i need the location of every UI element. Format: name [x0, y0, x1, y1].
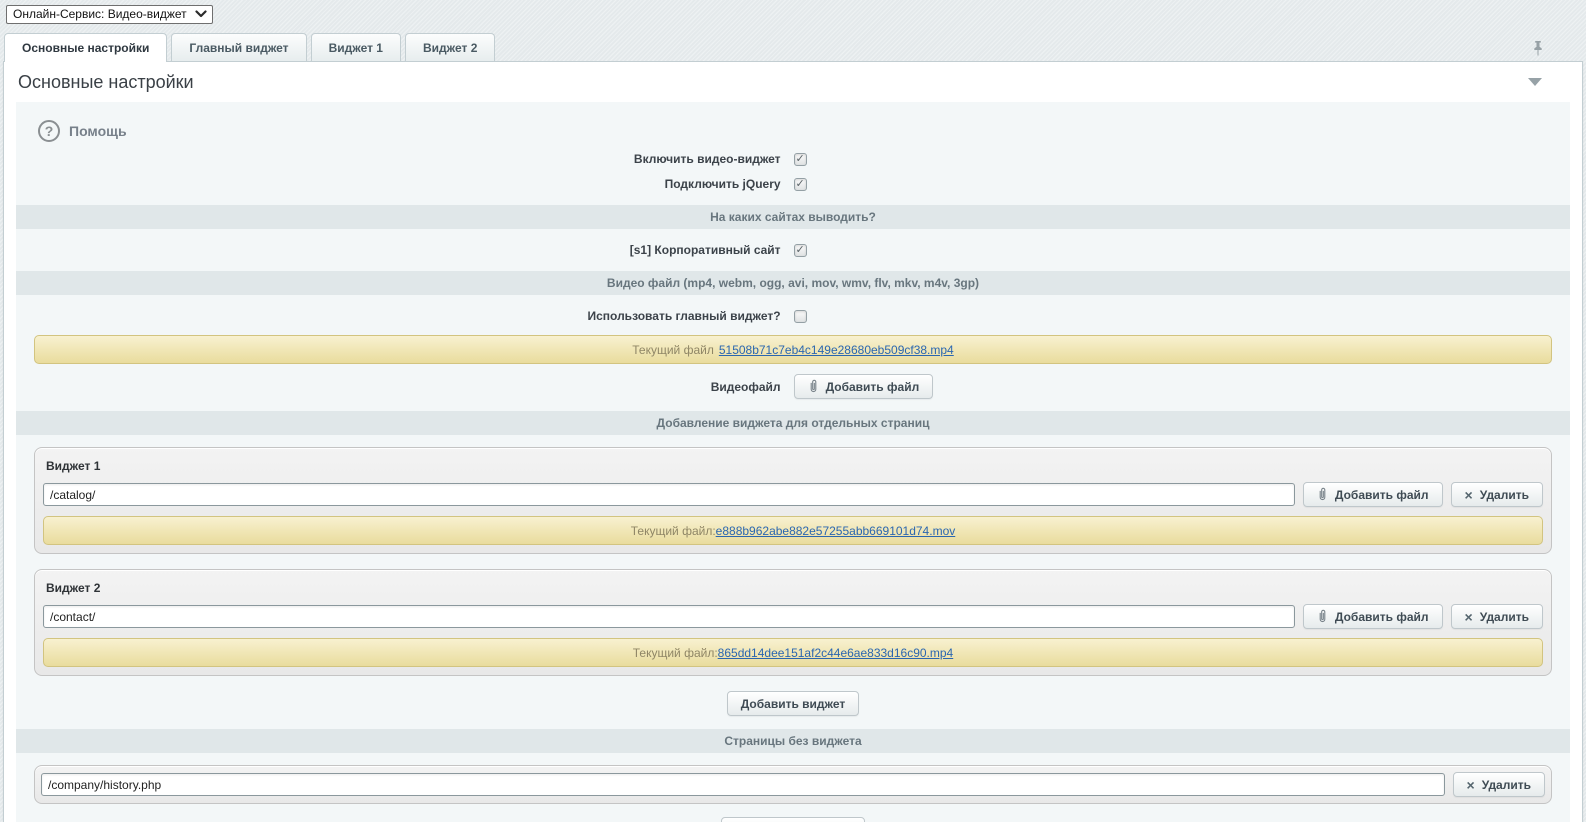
- tab-label: Виджет 2: [423, 41, 477, 55]
- widget-1-row: Добавить файл × Удалить: [43, 482, 1543, 507]
- widget-2-title: Виджет 2: [46, 581, 1543, 595]
- widget-2-row: Добавить файл × Удалить: [43, 604, 1543, 629]
- paperclip-icon: [1317, 609, 1328, 624]
- add-file-button-label: Добавить файл: [1335, 488, 1429, 502]
- tab-main-settings[interactable]: Основные настройки: [4, 33, 167, 62]
- paperclip-icon: [1317, 487, 1328, 502]
- include-jquery-checkbox[interactable]: [794, 178, 807, 191]
- paperclip-icon: [808, 379, 819, 394]
- help-label: Помощь: [69, 123, 127, 139]
- widget-2-add-file-button[interactable]: Добавить файл: [1303, 604, 1443, 629]
- page-path-input[interactable]: [41, 773, 1445, 796]
- page-title: Основные настройки: [18, 72, 194, 92]
- add-page-row: Добавить страницу: [16, 817, 1570, 822]
- page-delete-button[interactable]: × Удалить: [1453, 772, 1545, 797]
- add-widget-button[interactable]: Добавить виджет: [727, 691, 860, 716]
- add-widget-button-label: Добавить виджет: [741, 697, 846, 711]
- current-file-label: Текущий файл: [632, 343, 714, 357]
- widget-2-delete-button[interactable]: × Удалить: [1451, 604, 1543, 629]
- add-file-button-label: Добавить файл: [1335, 610, 1429, 624]
- tabs: Основные настройки Главный виджет Виджет…: [0, 33, 1586, 61]
- section-sites-header: На каких сайтах выводить?: [16, 205, 1570, 229]
- x-icon: ×: [1465, 610, 1473, 624]
- site-s1-label: [s1] Корпоративный сайт: [16, 243, 781, 257]
- widget-1-file-link[interactable]: e888b962abe882e57255abb669101d74.mov: [716, 524, 956, 538]
- widget-box-1: Виджет 1 Добавить файл × Удалить Текущий…: [34, 447, 1552, 554]
- widget-1-current-file-note: Текущий файл: e888b962abe882e57255abb669…: [43, 516, 1543, 545]
- widget-1-path-input[interactable]: [43, 483, 1295, 506]
- chevron-down-icon: [195, 10, 207, 18]
- x-icon: ×: [1465, 488, 1473, 502]
- site-s1-row: [s1] Корпоративный сайт: [16, 241, 1570, 259]
- current-file-link[interactable]: 51508b71c7eb4c149e28680eb509cf38.mp4: [719, 343, 954, 357]
- panel-header: Основные настройки: [4, 62, 1582, 102]
- widget-1-add-file-button[interactable]: Добавить файл: [1303, 482, 1443, 507]
- add-page-button[interactable]: Добавить страницу: [721, 817, 866, 822]
- enable-widget-label: Включить видео-виджет: [16, 152, 781, 166]
- site-s1-checkbox[interactable]: [794, 244, 807, 257]
- section-video-file-header: Видео файл (mp4, webm, ogg, avi, mov, wm…: [16, 271, 1570, 295]
- use-main-widget-label: Использовать главный виджет?: [16, 309, 781, 323]
- tab-widget-1[interactable]: Виджет 1: [311, 33, 401, 61]
- use-main-widget-row: Использовать главный виджет?: [16, 307, 1570, 325]
- video-file-label: Видеофайл: [16, 380, 781, 394]
- section-widgets-header: Добавление виджета для отдельных страниц: [16, 411, 1570, 435]
- collapse-arrow-icon[interactable]: [1528, 78, 1542, 86]
- tab-main-widget[interactable]: Главный виджет: [171, 33, 306, 61]
- section-pages-header: Страницы без виджета: [16, 729, 1570, 753]
- widget-1-title: Виджет 1: [46, 459, 1543, 473]
- delete-button-label: Удалить: [1482, 778, 1531, 792]
- widget-box-2: Виджет 2 Добавить файл × Удалить Текущий…: [34, 569, 1552, 676]
- service-select[interactable]: Онлайн-Сервис: Видео-виджет: [6, 5, 213, 24]
- delete-button-label: Удалить: [1480, 488, 1529, 502]
- widget-2-current-file-note: Текущий файл: 865dd14dee151af2c44e6ae833…: [43, 638, 1543, 667]
- current-file-note: Текущий файл 51508b71c7eb4c149e28680eb50…: [34, 335, 1552, 364]
- widget-2-file-link[interactable]: 865dd14dee151af2c44e6ae833d16c90.mp4: [718, 646, 954, 660]
- tab-label: Основные настройки: [22, 41, 149, 55]
- add-widget-row: Добавить виджет: [16, 691, 1570, 716]
- settings-panel: Основные настройки ? Помощь Включить вид…: [3, 61, 1583, 822]
- settings-form: ? Помощь Включить видео-виджет Подключит…: [16, 102, 1570, 822]
- video-file-row: Видеофайл Добавить файл: [16, 374, 1570, 399]
- use-main-widget-checkbox[interactable]: [794, 310, 807, 323]
- enable-widget-row: Включить видео-виджет: [16, 150, 1570, 168]
- current-file-label: Текущий файл:: [631, 524, 716, 538]
- widget-1-delete-button[interactable]: × Удалить: [1451, 482, 1543, 507]
- tab-label: Главный виджет: [189, 41, 288, 55]
- help-link[interactable]: ? Помощь: [38, 120, 127, 142]
- tab-label: Виджет 1: [329, 41, 383, 55]
- widget-2-path-input[interactable]: [43, 605, 1295, 628]
- delete-button-label: Удалить: [1480, 610, 1529, 624]
- current-file-label: Текущий файл:: [633, 646, 718, 660]
- x-icon: ×: [1467, 778, 1475, 792]
- pages-box: × Удалить: [34, 765, 1552, 804]
- add-file-button[interactable]: Добавить файл: [794, 374, 934, 399]
- include-jquery-label: Подключить jQuery: [16, 177, 781, 191]
- tab-widget-2[interactable]: Виджет 2: [405, 33, 495, 61]
- add-file-button-label: Добавить файл: [826, 380, 920, 394]
- enable-widget-checkbox[interactable]: [794, 153, 807, 166]
- service-select-value: Онлайн-Сервис: Видео-виджет: [13, 7, 187, 21]
- topbar: Онлайн-Сервис: Видео-виджет: [0, 0, 1586, 23]
- include-jquery-row: Подключить jQuery: [16, 175, 1570, 193]
- help-icon: ?: [38, 120, 60, 142]
